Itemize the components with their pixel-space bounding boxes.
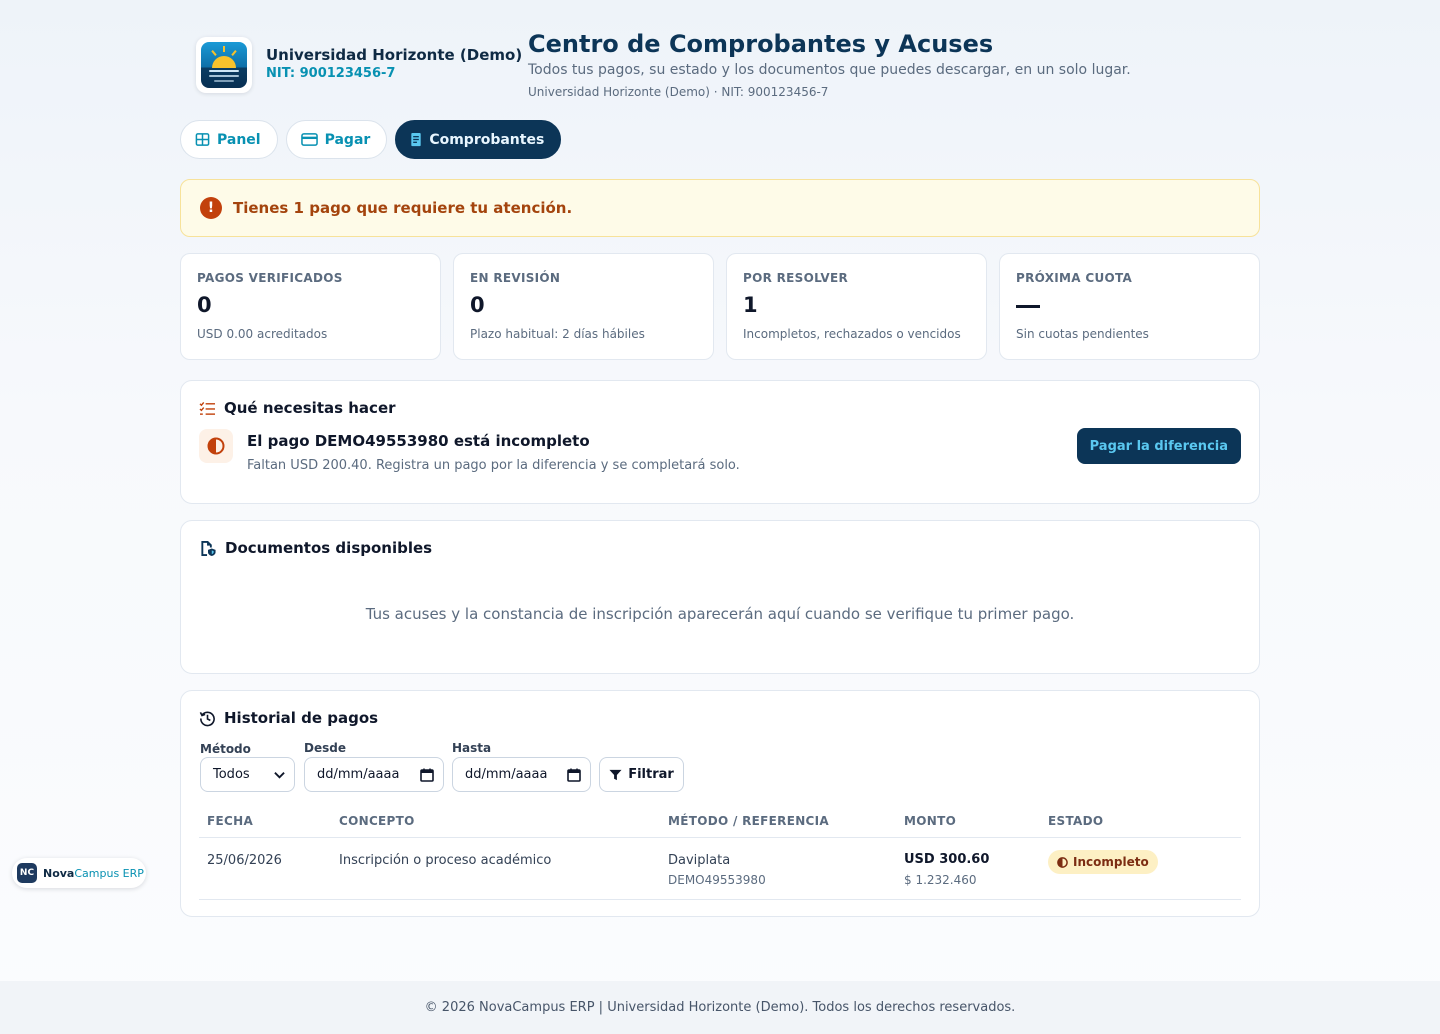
history-card-title: Historial de pagos: [199, 709, 378, 727]
calendar-icon[interactable]: [420, 768, 434, 782]
stat-note: USD 0.00 acreditados: [197, 327, 328, 341]
exclamation-icon: !: [200, 197, 222, 219]
documents-empty-message: Tus acuses y la constancia de inscripció…: [365, 605, 1075, 623]
documents-card: Documentos disponibles Tus acuses y la c…: [180, 520, 1260, 674]
col-method: MÉTODO / REFERENCIA: [668, 814, 829, 828]
stat-note: Incompletos, rechazados o vencidos: [743, 327, 961, 341]
grid-icon: [195, 133, 210, 146]
app-container: Universidad Horizonte (Demo) NIT: 900123…: [180, 0, 1260, 917]
row-concept: Inscripción o proceso académico: [339, 853, 552, 868]
from-date-input[interactable]: dd/mm/aaaa: [304, 757, 444, 792]
status-badge-label: Incompleto: [1073, 855, 1149, 869]
checklist-icon: [199, 401, 215, 415]
nav-receipts-label: Comprobantes: [429, 131, 545, 148]
row-reference: DEMO49553980: [668, 873, 766, 887]
stat-value: [1016, 293, 1243, 319]
org-nit: NIT: 900123456-7: [266, 66, 396, 81]
nav-pay-label: Pagar: [324, 131, 371, 148]
nav-pay-button[interactable]: Pagar: [285, 120, 388, 159]
from-date-placeholder: dd/mm/aaaa: [317, 767, 400, 782]
brand-badge[interactable]: NC NovaCampus ERP: [12, 858, 146, 888]
col-concept: CONCEPTO: [339, 814, 415, 828]
pay-difference-button[interactable]: Pagar la diferencia: [1076, 428, 1241, 464]
half-circle-icon: [1057, 856, 1068, 868]
stat-value: 1: [743, 293, 758, 317]
nav-panel-label: Panel: [217, 131, 261, 148]
documents-card-title: Documentos disponibles: [199, 539, 432, 557]
org-logo: [196, 37, 252, 93]
todo-item-desc: Faltan USD 200.40. Registra un pago por …: [247, 458, 740, 473]
stat-value: 0: [470, 293, 485, 317]
row-date: 25/06/2026: [207, 853, 282, 868]
brand-name-b: Campus ERP: [74, 866, 144, 880]
footer-text: © 2026 NovaCampus ERP | Universidad Hori…: [424, 1000, 1016, 1015]
to-date-placeholder: dd/mm/aaaa: [465, 767, 548, 782]
stat-label: EN REVISIÓN: [470, 271, 561, 285]
page-subtitle: Todos tus pagos, su estado y los documen…: [528, 62, 1131, 78]
col-date: FECHA: [207, 814, 254, 828]
page-title: Centro de Comprobantes y Acuses: [528, 30, 994, 58]
credit-card-icon: [300, 133, 318, 146]
stats-row: PAGOS VERIFICADOS 0 USD 0.00 acreditados…: [180, 253, 1260, 360]
method-select[interactable]: Todos: [200, 757, 295, 792]
stat-label: PRÓXIMA CUOTA: [1016, 271, 1133, 285]
col-status: ESTADO: [1048, 814, 1104, 828]
stat-label: PAGOS VERIFICADOS: [197, 271, 343, 285]
alert-text: Tienes 1 pago que requiere tu atención.: [233, 199, 573, 217]
status-badge: Incompleto: [1048, 850, 1158, 874]
method-label: Método: [200, 742, 251, 756]
documents-title: Documentos disponibles: [225, 539, 433, 557]
stat-verified: PAGOS VERIFICADOS 0 USD 0.00 acreditados: [180, 253, 441, 360]
to-date-input[interactable]: dd/mm/aaaa: [452, 757, 591, 792]
stat-value: 0: [197, 293, 212, 317]
calendar-icon[interactable]: [567, 768, 581, 782]
stat-to-resolve: POR RESOLVER 1 Incompletos, rechazados o…: [726, 253, 987, 360]
header: Universidad Horizonte (Demo) NIT: 900123…: [180, 0, 1260, 118]
todo-item-title: El pago DEMO49553980 está incompleto: [247, 432, 590, 450]
method-select-value: Todos: [213, 767, 250, 782]
from-label: Desde: [304, 741, 346, 755]
stat-next-installment: PRÓXIMA CUOTA Sin cuotas pendientes: [999, 253, 1260, 360]
page-meta: Universidad Horizonte (Demo) · NIT: 9001…: [528, 85, 829, 99]
stat-note: Sin cuotas pendientes: [1016, 327, 1149, 341]
stat-note: Plazo habitual: 2 días hábiles: [470, 327, 645, 341]
nav-panel-button[interactable]: Panel: [180, 120, 278, 159]
filter-button-label: Filtrar: [628, 767, 674, 782]
filter-button[interactable]: Filtrar: [599, 757, 684, 792]
sunrise-logo-icon: [201, 42, 247, 88]
file-shield-icon: [201, 540, 216, 556]
col-amount: MONTO: [904, 814, 957, 828]
nav-receipts-button[interactable]: Comprobantes: [395, 120, 562, 159]
row-amount-local: $ 1.232.460: [904, 873, 977, 887]
todo-card: Qué necesitas hacer El pago DEMO49553980…: [180, 380, 1260, 504]
attention-alert: ! Tienes 1 pago que requiere tu atención…: [180, 179, 1260, 237]
payments-table: FECHA CONCEPTO MÉTODO / REFERENCIA MONTO…: [199, 803, 1241, 900]
history-icon: [199, 711, 215, 726]
table-header: FECHA CONCEPTO MÉTODO / REFERENCIA MONTO…: [199, 803, 1241, 838]
history-card: Historial de pagos Método Todos Desde dd…: [180, 690, 1260, 917]
table-row[interactable]: 25/06/2026 Inscripción o proceso académi…: [199, 838, 1241, 900]
stat-in-review: EN REVISIÓN 0 Plazo habitual: 2 días háb…: [453, 253, 714, 360]
org-name: Universidad Horizonte (Demo): [266, 46, 523, 64]
receipt-icon: [411, 132, 421, 147]
history-title: Historial de pagos: [224, 709, 379, 727]
brand-name-a: Nova: [43, 866, 75, 880]
funnel-icon: [609, 769, 622, 780]
chevron-down-icon: [274, 771, 285, 779]
empty-dash-icon: [1016, 304, 1040, 308]
todo-title: Qué necesitas hacer: [224, 399, 396, 417]
footer: © 2026 NovaCampus ERP | Universidad Hori…: [0, 981, 1440, 1034]
stat-label: POR RESOLVER: [743, 271, 849, 285]
main-nav: Panel Pagar Comprobantes: [180, 120, 562, 159]
row-amount: USD 300.60: [904, 852, 990, 867]
half-circle-icon: [199, 429, 233, 463]
to-label: Hasta: [452, 741, 492, 755]
brand-logo-icon: NC: [17, 863, 37, 883]
todo-card-title: Qué necesitas hacer: [199, 399, 396, 417]
row-method: Daviplata: [668, 853, 731, 868]
